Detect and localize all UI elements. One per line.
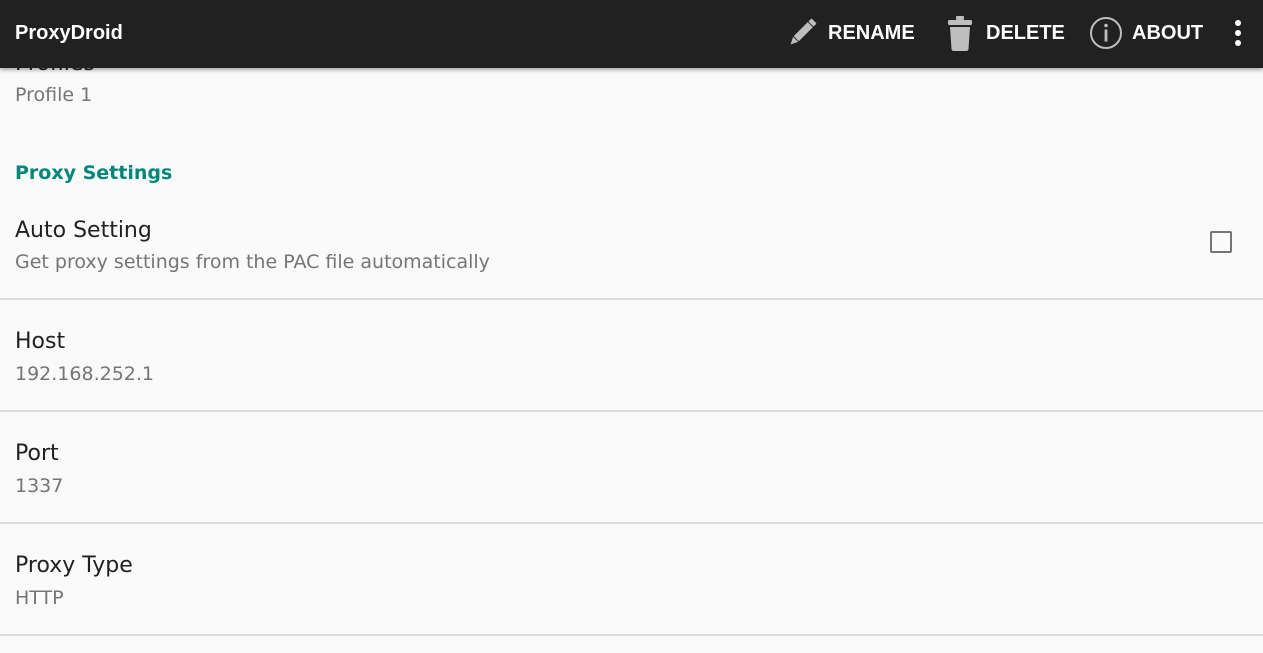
proxy-type-value: HTTP — [15, 587, 64, 609]
overflow-menu-button[interactable] — [1224, 13, 1252, 53]
app-bar: ProxyDroid RENAME DELETE ABOUT — [0, 0, 1263, 68]
port-row[interactable]: Port 1337 — [0, 412, 1263, 522]
divider — [0, 634, 1263, 636]
rename-label: RENAME — [828, 21, 915, 44]
pencil-icon — [784, 13, 820, 53]
about-label: ABOUT — [1132, 21, 1204, 44]
auto-setting-title: Auto Setting — [15, 218, 152, 243]
app-title: ProxyDroid — [15, 22, 123, 44]
host-row[interactable]: Host 192.168.252.1 — [0, 300, 1263, 410]
category-proxy-settings: Proxy Settings — [15, 162, 173, 184]
auto-setting-row[interactable]: Auto Setting Get proxy settings from the… — [0, 205, 1263, 299]
delete-label: DELETE — [986, 21, 1065, 44]
port-title: Port — [15, 441, 59, 466]
rename-button[interactable]: RENAME — [784, 0, 915, 66]
settings-list: Profiles Profile 1 Proxy Settings Auto S… — [0, 0, 1263, 653]
proxy-type-row[interactable]: Proxy Type HTTP — [0, 524, 1263, 634]
proxy-type-title: Proxy Type — [15, 553, 133, 578]
host-title: Host — [15, 329, 66, 354]
info-icon — [1088, 13, 1124, 53]
about-button[interactable]: ABOUT — [1088, 0, 1203, 66]
auto-setting-summary: Get proxy settings from the PAC file aut… — [15, 251, 490, 273]
profiles-value: Profile 1 — [15, 84, 93, 106]
more-vert-icon — [1235, 20, 1241, 46]
delete-button[interactable]: DELETE — [942, 0, 1065, 66]
host-value: 192.168.252.1 — [15, 363, 155, 385]
trash-icon — [942, 13, 978, 53]
port-value: 1337 — [15, 475, 64, 497]
auto-setting-checkbox[interactable] — [1210, 231, 1232, 253]
